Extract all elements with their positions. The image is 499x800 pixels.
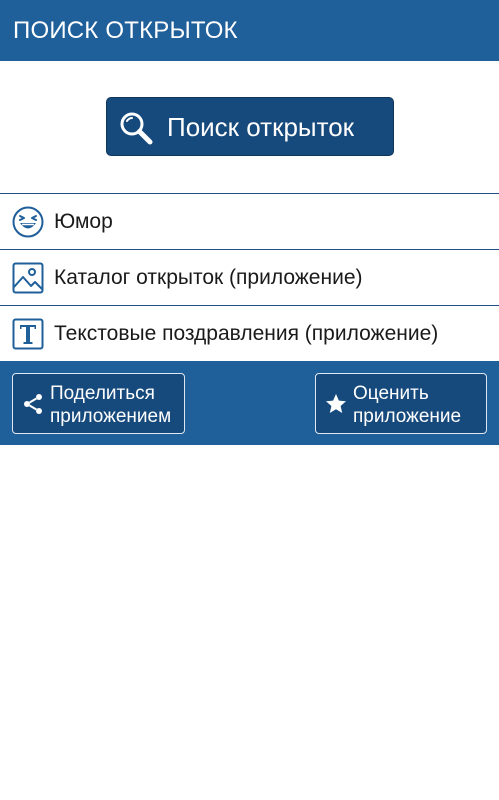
share-label-line1: Поделиться [50, 383, 155, 404]
image-icon [12, 262, 44, 294]
share-app-button[interactable]: Поделиться приложением [12, 373, 185, 434]
list-item-label: Текстовые поздравления (приложение) [54, 322, 439, 345]
rate-label-line2: приложение [353, 406, 462, 427]
rate-app-button[interactable]: Оценить приложение [315, 373, 487, 434]
search-button-label: Поиск открыток [167, 112, 355, 142]
list-item-label: Юмор [54, 210, 113, 233]
footer-bar: Поделиться приложением Оценить приложени… [0, 361, 499, 445]
rate-label-line1: Оценить [353, 383, 429, 404]
list-item-label: Каталог открыток (приложение) [54, 266, 363, 289]
menu-list: Юмор Каталог открыток (приложение) Текст… [0, 193, 499, 361]
search-postcards-button[interactable]: Поиск открыток [106, 97, 394, 156]
star-icon [324, 392, 348, 416]
share-label-line2: приложением [50, 406, 172, 427]
app-bar-title: ПОИСК ОТКРЫТОК [13, 17, 238, 44]
app-bar: ПОИСК ОТКРЫТОК [0, 0, 499, 61]
rate-button-label: Оценить приложение [353, 382, 461, 428]
share-button-label: Поделиться приложением [50, 382, 171, 428]
share-icon [21, 392, 45, 416]
list-item-humor[interactable]: Юмор [0, 193, 499, 249]
text-t-icon [12, 318, 44, 350]
app-screen: ПОИСК ОТКРЫТОК Поиск открыток Юмор Катал… [0, 0, 499, 800]
search-icon [118, 110, 154, 146]
list-item-text-greetings[interactable]: Текстовые поздравления (приложение) [0, 305, 499, 361]
laughing-face-icon [12, 206, 44, 238]
list-item-postcard-catalog[interactable]: Каталог открыток (приложение) [0, 249, 499, 305]
